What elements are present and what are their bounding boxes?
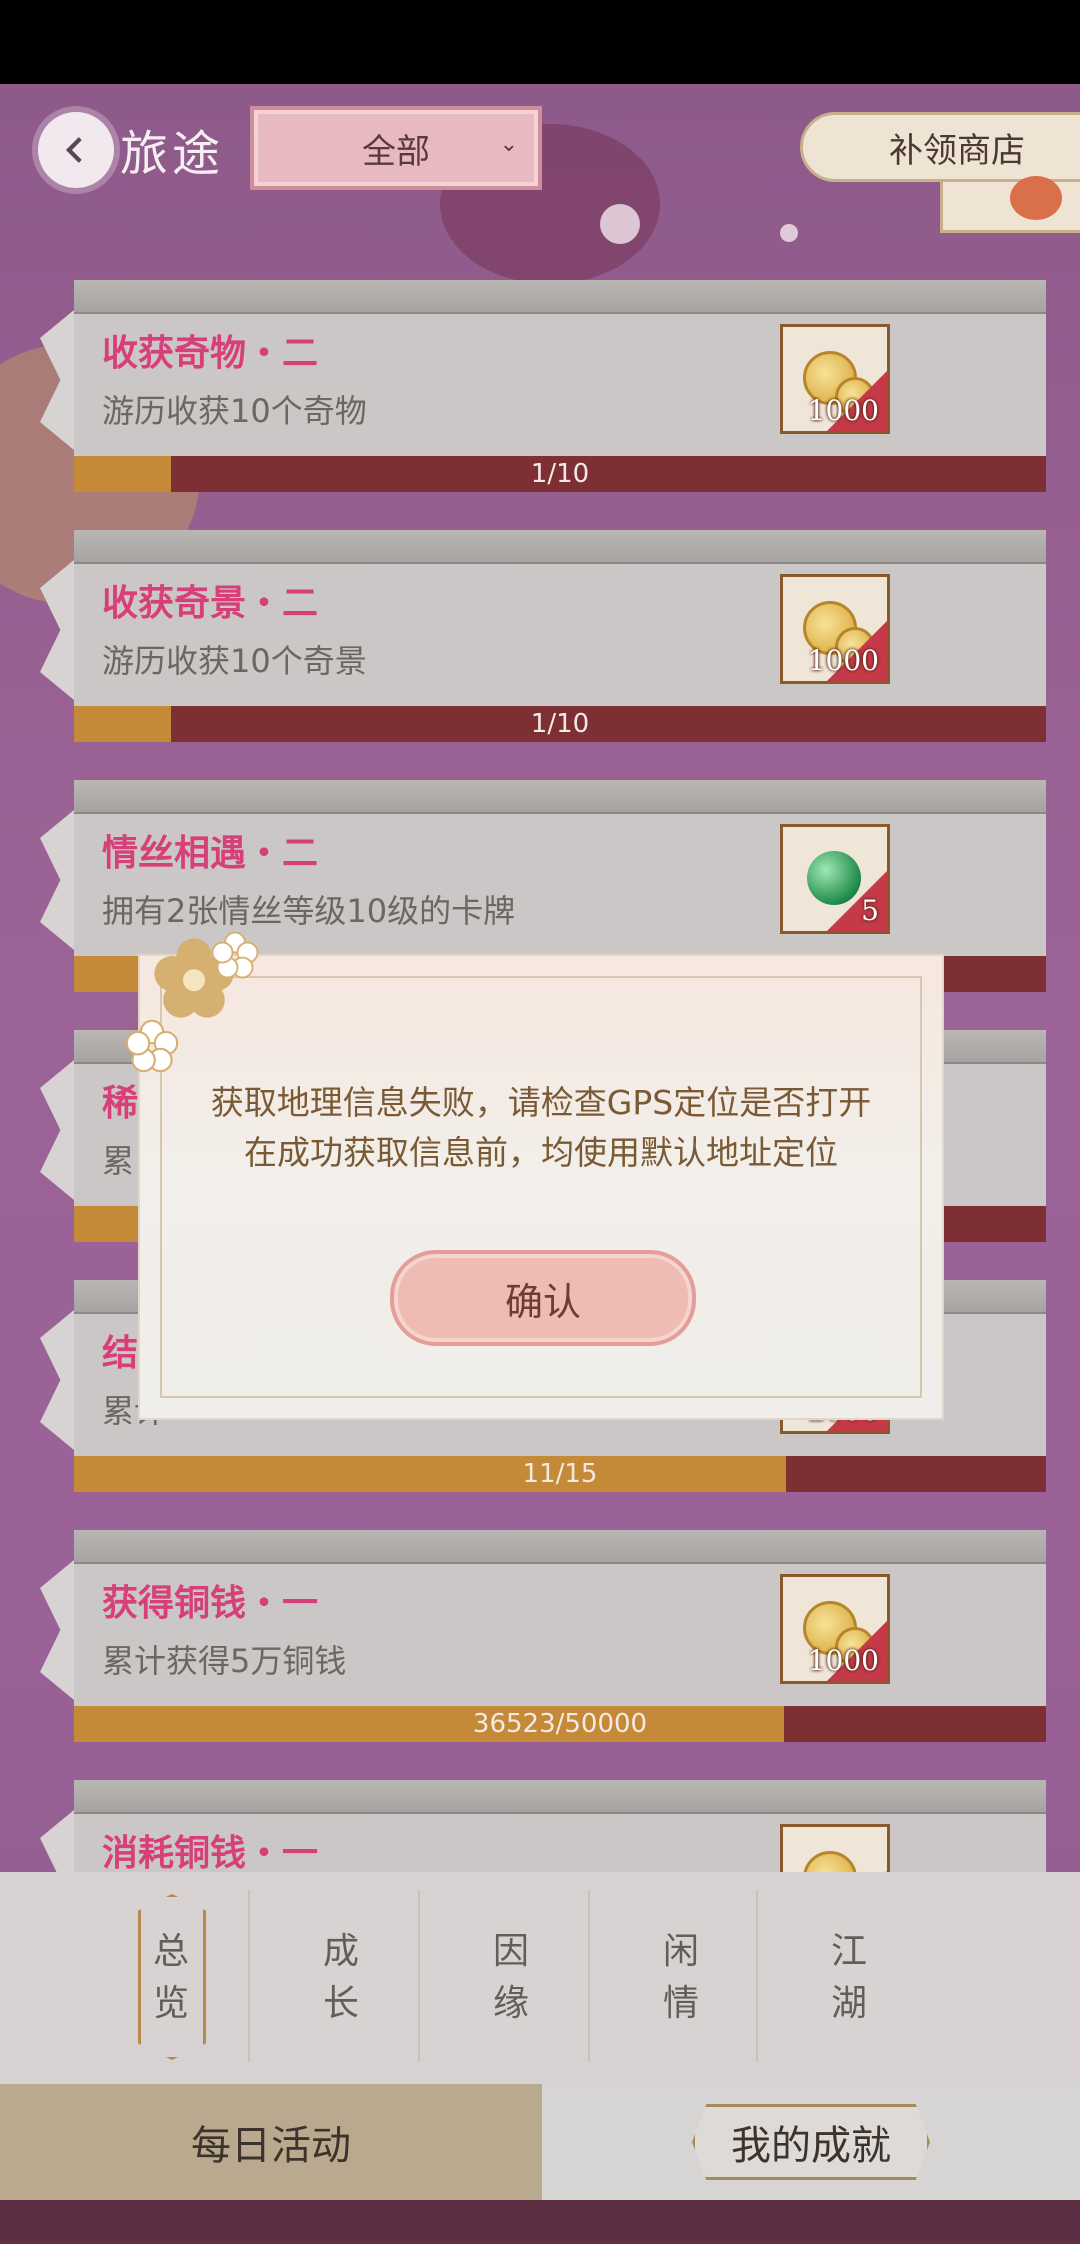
progress-bar: 36523/50000 [74, 1706, 1046, 1742]
achievement-description: 拥有2张情丝等级10级的卡牌 [102, 892, 516, 930]
tab-label-top: 江 [830, 1931, 867, 1972]
daily-activity-label: 每日活动 [191, 2123, 351, 2169]
shop-emblem-icon [1010, 176, 1062, 220]
progress-bar: 1/10 [74, 456, 1046, 492]
card-cap [74, 1780, 1046, 1816]
tab-3[interactable]: 闲情 [596, 1872, 766, 2084]
achievement-description: 累 [102, 1142, 135, 1180]
active-tab-frame [138, 1894, 206, 2060]
location-error-dialog: 获取地理信息失败，请检查GPS定位是否打开 在成功获取信息前，均使用默认地址定位 [140, 956, 942, 1418]
reclaim-shop-button[interactable]: 补领商店 [800, 112, 1080, 182]
tab-separator [248, 1890, 250, 2062]
petal-decoration [600, 204, 640, 244]
category-tabs: 总览成长因缘闲情江湖 [0, 1872, 1080, 2084]
achievement-description: 累计获得5万铜钱 [102, 1642, 347, 1680]
card-cap [74, 1530, 1046, 1566]
reward-item[interactable]: 5 [780, 824, 890, 934]
tab-0[interactable]: 总览 [86, 1872, 256, 2084]
achievement-title: 收获奇景・二 [102, 583, 319, 624]
page-title: 旅途 [120, 126, 225, 182]
chevron-left-icon [65, 137, 82, 163]
tab-label-bottom: 情 [662, 1983, 699, 2024]
sakura-flower-icon [211, 931, 259, 979]
shop-label: 补领商店 [889, 130, 1025, 171]
progress-bar: 1/10 [74, 706, 1046, 742]
tab-2[interactable]: 因缘 [426, 1872, 596, 2084]
achievement-description: 游历收获10个奇景 [102, 642, 367, 680]
tab-label-top: 闲 [662, 1931, 699, 1972]
achievement-title: 情丝相遇・二 [102, 833, 319, 874]
achievement-title: 获得铜钱・一 [102, 1583, 319, 1624]
achievement-title: 收获奇物・二 [102, 333, 319, 374]
progress-text: 1/10 [530, 709, 590, 739]
reward-item[interactable]: 1000 [780, 574, 890, 684]
progress-text: 36523/50000 [472, 1709, 648, 1739]
tab-label-top: 因 [492, 1931, 529, 1972]
reward-quantity: 1000 [807, 394, 879, 427]
card-cap [74, 780, 1046, 816]
tab-label-bottom: 缘 [492, 1983, 529, 2024]
achievement-card[interactable]: 获得铜钱・一 累计获得5万铜钱 1000 36523/50000 [40, 1530, 1046, 1742]
tab-separator [756, 1890, 758, 2062]
my-achievements-button[interactable]: 我的成就 [542, 2084, 1080, 2200]
reward-item[interactable]: 1000 [780, 324, 890, 434]
tab-separator [588, 1890, 590, 2062]
bottom-strip [0, 2200, 1080, 2244]
achievement-title: 稀 [102, 1083, 139, 1124]
reward-item[interactable]: 1000 [780, 1574, 890, 1684]
tab-4[interactable]: 江湖 [764, 1872, 934, 2084]
confirm-button[interactable]: 确认 [390, 1250, 696, 1346]
confirm-label: 确认 [504, 1279, 581, 1324]
reward-quantity: 1000 [807, 644, 879, 677]
daily-activity-button[interactable]: 每日活动 [0, 2084, 542, 2200]
petal-decoration [780, 224, 798, 242]
achievement-title: 结 [102, 1333, 139, 1374]
achievement-card[interactable]: 收获奇景・二 游历收获10个奇景 1000 1/10 [40, 530, 1046, 742]
dialog-message-line1: 获取地理信息失败，请检查GPS定位是否打开 [210, 1083, 872, 1122]
progress-text: 1/10 [530, 459, 590, 489]
achievement-title: 消耗铜钱・一 [102, 1833, 319, 1874]
back-button[interactable] [38, 112, 114, 188]
achievement-card[interactable]: 收获奇物・二 游历收获10个奇物 1000 1/10 [40, 280, 1046, 492]
tab-separator [418, 1890, 420, 2062]
progress-text: 11/15 [522, 1459, 598, 1489]
reward-quantity: 1000 [807, 1644, 879, 1677]
tab-1[interactable]: 成长 [256, 1872, 426, 2084]
reward-quantity: 5 [861, 894, 879, 927]
card-cap [74, 280, 1046, 316]
dialog-message-line2: 在成功获取信息前，均使用默认地址定位 [244, 1133, 838, 1172]
progress-bar: 11/15 [74, 1456, 1046, 1492]
sakura-flower-icon [125, 1019, 179, 1073]
card-cap [74, 530, 1046, 566]
my-achievements-label: 我的成就 [692, 2104, 930, 2180]
category-filter-dropdown[interactable]: 全部 ⌄ [250, 106, 542, 190]
bottom-nav: 每日活动 我的成就 [0, 2084, 1080, 2200]
achievement-description: 游历收获10个奇物 [102, 392, 367, 430]
tab-label-top: 成 [322, 1931, 359, 1972]
filter-value: 全部 [362, 131, 430, 172]
tab-label-bottom: 湖 [830, 1983, 867, 2024]
chevron-down-icon: ⌄ [499, 132, 518, 157]
tab-label-bottom: 长 [322, 1983, 359, 2024]
